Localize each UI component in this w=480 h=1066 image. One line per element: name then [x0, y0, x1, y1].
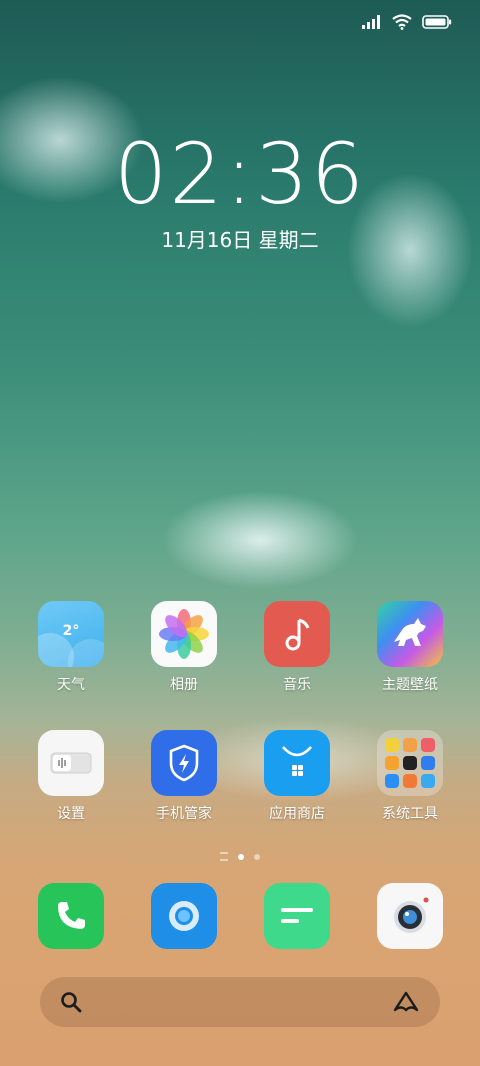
security-icon [151, 730, 217, 796]
signal-icon [362, 15, 380, 29]
app-label: 应用商店 [269, 806, 325, 822]
dock-messages[interactable] [249, 883, 345, 949]
folder-system-tools[interactable]: 系统工具 [362, 730, 458, 823]
app-gallery[interactable]: 相册 [136, 601, 232, 694]
minus-one-screen-indicator [220, 852, 228, 861]
dock-browser[interactable] [136, 883, 232, 949]
app-label: 手机管家 [156, 806, 212, 822]
music-icon [264, 601, 330, 667]
page-dot-current [238, 853, 244, 860]
weather-icon: 2° [38, 601, 104, 667]
dock-camera[interactable] [362, 883, 458, 949]
clock-date[interactable]: 11月16日 星期二 [0, 226, 480, 254]
app-label: 设置 [57, 806, 85, 822]
app-settings[interactable]: 设置 [23, 730, 119, 823]
settings-icon [38, 730, 104, 796]
phone-icon [38, 883, 104, 949]
battery-icon [422, 15, 452, 29]
camera-icon [377, 883, 443, 949]
app-label: 天气 [57, 677, 85, 693]
page-dot [254, 853, 260, 860]
app-security[interactable]: 手机管家 [136, 730, 232, 823]
clock-time[interactable]: 02:36 [0, 128, 480, 220]
page-indicator[interactable] [0, 852, 480, 861]
folder-icon [377, 730, 443, 796]
search-icon [61, 992, 82, 1013]
status-bar [362, 10, 452, 34]
app-weather[interactable]: 2° 天气 [23, 601, 119, 694]
app-store-icon [264, 730, 330, 796]
app-label: 主题壁纸 [382, 677, 438, 693]
app-music[interactable]: 音乐 [249, 601, 345, 694]
app-label: 音乐 [283, 677, 311, 693]
assistant-icon[interactable] [392, 990, 420, 1014]
app-label: 系统工具 [382, 806, 438, 822]
home-screen: 02:36 11月16日 星期二 2° 天气 相册 音乐 主题壁纸 设置 手机管… [0, 0, 480, 1066]
app-store[interactable]: 应用商店 [249, 730, 345, 823]
search-bar[interactable] [40, 977, 440, 1027]
browser-icon [151, 883, 217, 949]
wifi-icon [392, 14, 412, 30]
dock-phone[interactable] [23, 883, 119, 949]
weather-temp: 2° [62, 623, 80, 639]
messages-icon [264, 883, 330, 949]
themes-icon [377, 601, 443, 667]
app-themes[interactable]: 主题壁纸 [362, 601, 458, 694]
app-label: 相册 [170, 677, 198, 693]
gallery-icon [151, 601, 217, 667]
